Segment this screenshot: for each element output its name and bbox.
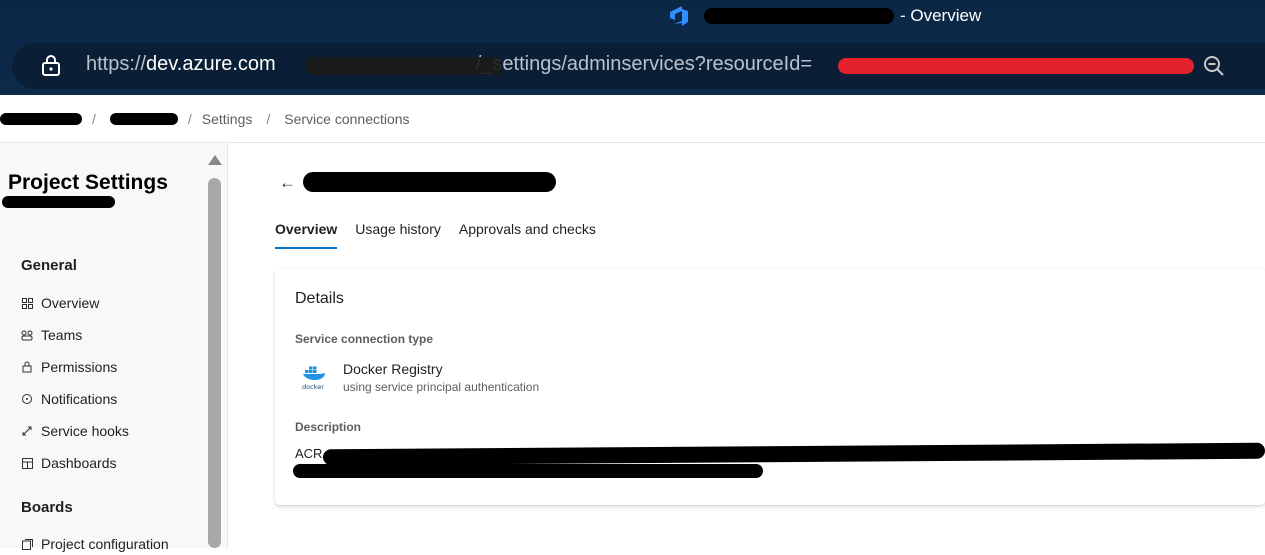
browser-chrome: - Overview https://dev.azure.com /_settin… bbox=[0, 0, 1265, 95]
zoom-out-icon[interactable] bbox=[1202, 54, 1226, 83]
service-connection-auth-method: using service principal authentication bbox=[343, 380, 540, 394]
sidebar-item-label: Permissions bbox=[41, 359, 118, 375]
back-arrow-icon[interactable]: ← bbox=[279, 173, 296, 193]
redacted-org-segment bbox=[306, 57, 502, 75]
sidebar-item-overview[interactable]: Overview bbox=[21, 292, 99, 314]
sidebar-item-teams[interactable]: Teams bbox=[21, 324, 82, 346]
sidebar-item-label: Dashboards bbox=[41, 455, 117, 471]
hook-icon bbox=[21, 425, 33, 437]
window-title: - Overview bbox=[668, 3, 981, 29]
description-prefix: ACR bbox=[295, 446, 323, 461]
window-title-suffix: - Overview bbox=[900, 6, 982, 25]
sidebar-item-permissions[interactable]: Permissions bbox=[21, 356, 117, 378]
redacted-connection-title bbox=[303, 172, 556, 192]
grid-icon bbox=[21, 297, 33, 309]
service-connection-type-name: Docker Registry bbox=[343, 361, 443, 377]
details-card: Details Service connection type docker D… bbox=[275, 268, 1265, 505]
tab-bar: Overview Usage history Approvals and che… bbox=[275, 221, 614, 249]
redacted-project-name bbox=[704, 8, 894, 24]
sidebar-item-label: Teams bbox=[41, 327, 83, 343]
azure-devops-icon bbox=[668, 4, 692, 28]
service-connection-type-label: Service connection type bbox=[295, 332, 434, 346]
dashboard-icon bbox=[21, 457, 33, 469]
url-path: /_settings/adminservices?resourceId= bbox=[475, 53, 812, 75]
lock-icon bbox=[21, 361, 33, 373]
docker-logo-icon: docker bbox=[301, 364, 329, 395]
details-heading: Details bbox=[295, 290, 344, 307]
breadcrumb-separator: / bbox=[266, 110, 271, 127]
sidebar-item-label: Notifications bbox=[41, 391, 118, 407]
description-label: Description bbox=[295, 420, 362, 434]
breadcrumb-service-connections[interactable]: Service connections bbox=[284, 111, 409, 127]
redacted-description-line-1 bbox=[322, 442, 1265, 466]
sidebar-item-service-hooks[interactable]: Service hooks bbox=[21, 420, 129, 442]
sidebar-item-project-configuration[interactable]: Project configuration bbox=[21, 533, 169, 555]
address-bar[interactable]: https://dev.azure.com /_settings/adminser… bbox=[12, 43, 1265, 89]
sidebar-item-label: Project configuration bbox=[41, 536, 169, 552]
section-heading-general: General bbox=[21, 257, 77, 274]
sidebar-item-label: Service hooks bbox=[41, 423, 129, 439]
breadcrumb: / / Settings / Service connections bbox=[0, 95, 1265, 143]
breadcrumb-separator: / bbox=[92, 110, 96, 127]
section-heading-boards: Boards bbox=[21, 499, 73, 516]
scroll-thumb[interactable] bbox=[208, 178, 221, 548]
sidebar-item-label: Overview bbox=[41, 295, 100, 311]
redacted-project-subtitle bbox=[2, 196, 115, 208]
tab-approvals-and-checks[interactable]: Approvals and checks bbox=[459, 221, 596, 249]
breadcrumb-org-redacted[interactable] bbox=[0, 112, 82, 125]
sidebar-scrollbar[interactable] bbox=[205, 151, 225, 548]
sidebar: Project Settings General Overview Teams … bbox=[0, 143, 228, 552]
scroll-up-arrow-icon[interactable] bbox=[208, 155, 222, 165]
sidebar-item-dashboards[interactable]: Dashboards bbox=[21, 452, 117, 474]
chat-icon bbox=[21, 393, 33, 405]
config-icon bbox=[21, 538, 33, 550]
svg-text:docker: docker bbox=[302, 383, 324, 390]
tab-usage-history[interactable]: Usage history bbox=[355, 221, 441, 249]
redacted-resource-id bbox=[838, 58, 1194, 74]
breadcrumb-project-redacted[interactable] bbox=[109, 112, 178, 125]
sidebar-title: Project Settings bbox=[8, 171, 168, 194]
people-icon bbox=[21, 329, 33, 341]
main-content: ← Overview Usage history Approvals and c… bbox=[229, 143, 1265, 548]
redacted-description-line-2 bbox=[293, 464, 763, 478]
tab-overview[interactable]: Overview bbox=[275, 221, 338, 249]
breadcrumb-settings[interactable]: Settings bbox=[202, 111, 253, 127]
url-scheme: https:// bbox=[86, 53, 147, 75]
sidebar-item-notifications[interactable]: Notifications bbox=[21, 388, 117, 410]
lock-icon[interactable] bbox=[40, 53, 62, 82]
breadcrumb-separator: / bbox=[187, 110, 192, 127]
url-host: dev.azure.com bbox=[146, 53, 276, 75]
